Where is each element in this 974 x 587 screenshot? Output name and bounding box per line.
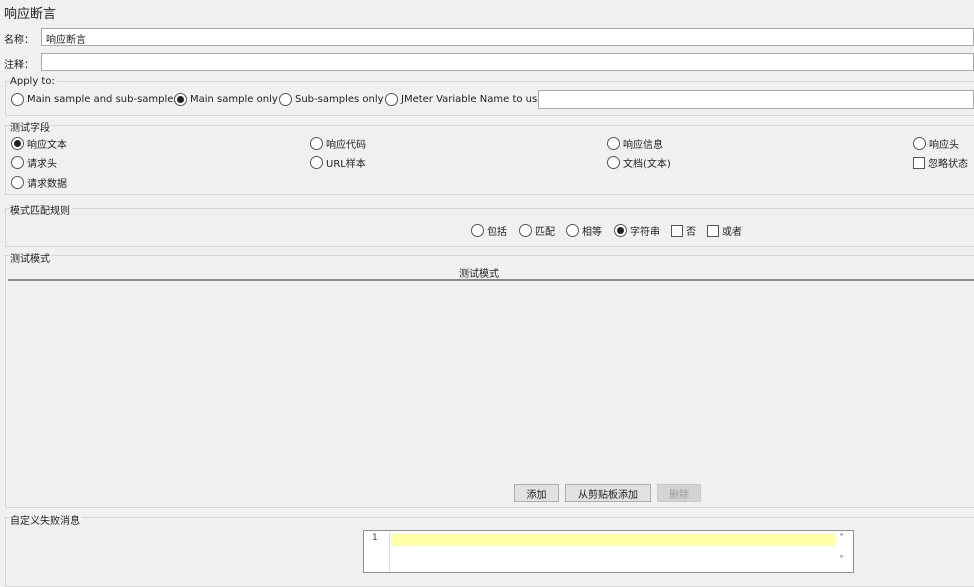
checkbox-not[interactable]: 否 [671, 223, 696, 238]
radio-icon [11, 156, 24, 169]
radio-jmeter-variable[interactable]: JMeter Variable Name to use [385, 93, 543, 106]
delete-button: 删除 [657, 484, 701, 502]
name-input[interactable]: 响应断言 [41, 28, 974, 46]
option-label: 忽略状态 [928, 159, 968, 170]
scroll-down-icon[interactable]: ˅ [839, 555, 844, 566]
radio-equals[interactable]: 相等 [566, 223, 602, 238]
radio-icon [279, 93, 292, 106]
checkbox-icon [707, 224, 719, 237]
checkbox-icon [913, 156, 925, 169]
option-label: Main sample and sub-samples [27, 94, 179, 105]
checkbox-icon [671, 224, 683, 237]
option-label: JMeter Variable Name to use [401, 94, 544, 105]
option-label: 响应文本 [27, 140, 67, 151]
line-number: 1 [364, 531, 390, 572]
radio-selected-icon [11, 137, 24, 150]
patterns-table-header[interactable]: 测试模式 [8, 263, 974, 281]
option-label: 相等 [582, 227, 602, 238]
column-header: 测试模式 [459, 269, 499, 280]
option-label: URL样本 [326, 159, 366, 170]
current-line-highlight[interactable] [391, 533, 835, 546]
test-field-panel [5, 125, 974, 195]
comment-label: 注释： [4, 60, 34, 71]
failure-message-editor[interactable]: 1 ˄ ˅ [363, 530, 854, 573]
page-title: 响应断言 [4, 7, 57, 22]
radio-request-data[interactable]: 请求数据 [11, 175, 67, 190]
radio-url-sample[interactable]: URL样本 [310, 155, 366, 170]
radio-matches[interactable]: 匹配 [519, 223, 555, 238]
radio-icon [310, 156, 323, 169]
radio-icon [913, 137, 926, 150]
apply-to-legend: Apply to: [10, 76, 57, 87]
add-from-clipboard-button[interactable]: 从剪贴板添加 [565, 484, 651, 502]
option-label: 或者 [722, 227, 742, 238]
radio-response-headers[interactable]: 响应头 [913, 136, 959, 151]
option-label: 响应头 [929, 140, 959, 151]
radio-response-text[interactable]: 响应文本 [11, 136, 67, 151]
option-label: 响应信息 [623, 140, 663, 151]
radio-main-and-sub[interactable]: Main sample and sub-samples [11, 93, 179, 106]
radio-icon [471, 224, 484, 237]
option-label: Sub-samples only [295, 94, 384, 105]
variable-name-input[interactable] [538, 90, 974, 109]
option-label: 请求数据 [27, 179, 67, 190]
option-label: 文档(文本) [623, 159, 671, 170]
radio-icon [607, 156, 620, 169]
patterns-table-body[interactable] [8, 281, 974, 476]
checkbox-ignore-status[interactable]: 忽略状态 [913, 155, 968, 170]
failure-message-legend: 自定义失败消息 [10, 512, 82, 527]
radio-selected-icon [174, 93, 187, 106]
radio-icon [310, 137, 323, 150]
radio-icon [385, 93, 398, 106]
option-label: 请求头 [27, 159, 57, 170]
radio-icon [11, 176, 24, 189]
option-label: Main sample only [190, 94, 278, 105]
option-label: 匹配 [535, 227, 555, 238]
option-label: 字符串 [630, 227, 660, 238]
editor-scrollbar[interactable]: ˄ ˅ [836, 531, 853, 572]
add-button[interactable]: 添加 [514, 484, 559, 502]
radio-response-message[interactable]: 响应信息 [607, 136, 663, 151]
radio-selected-icon [614, 224, 627, 237]
radio-icon [519, 224, 532, 237]
radio-contains[interactable]: 包括 [471, 223, 507, 238]
option-label: 响应代码 [326, 140, 366, 151]
radio-sub-only[interactable]: Sub-samples only [279, 93, 384, 106]
radio-icon [607, 137, 620, 150]
radio-main-only[interactable]: Main sample only [174, 93, 278, 106]
radio-request-headers[interactable]: 请求头 [11, 155, 57, 170]
radio-icon [11, 93, 24, 106]
radio-response-code[interactable]: 响应代码 [310, 136, 366, 151]
option-label: 否 [686, 227, 696, 238]
radio-document-text[interactable]: 文档(文本) [607, 155, 671, 170]
radio-substring[interactable]: 字符串 [614, 223, 660, 238]
checkbox-or[interactable]: 或者 [707, 223, 742, 238]
name-label: 名称： [4, 35, 34, 46]
scroll-up-icon[interactable]: ˄ [839, 533, 844, 544]
pattern-rules-legend: 模式匹配规则 [10, 202, 72, 217]
test-field-legend: 测试字段 [10, 119, 52, 134]
option-label: 包括 [487, 227, 507, 238]
radio-icon [566, 224, 579, 237]
comment-input[interactable] [41, 53, 974, 71]
